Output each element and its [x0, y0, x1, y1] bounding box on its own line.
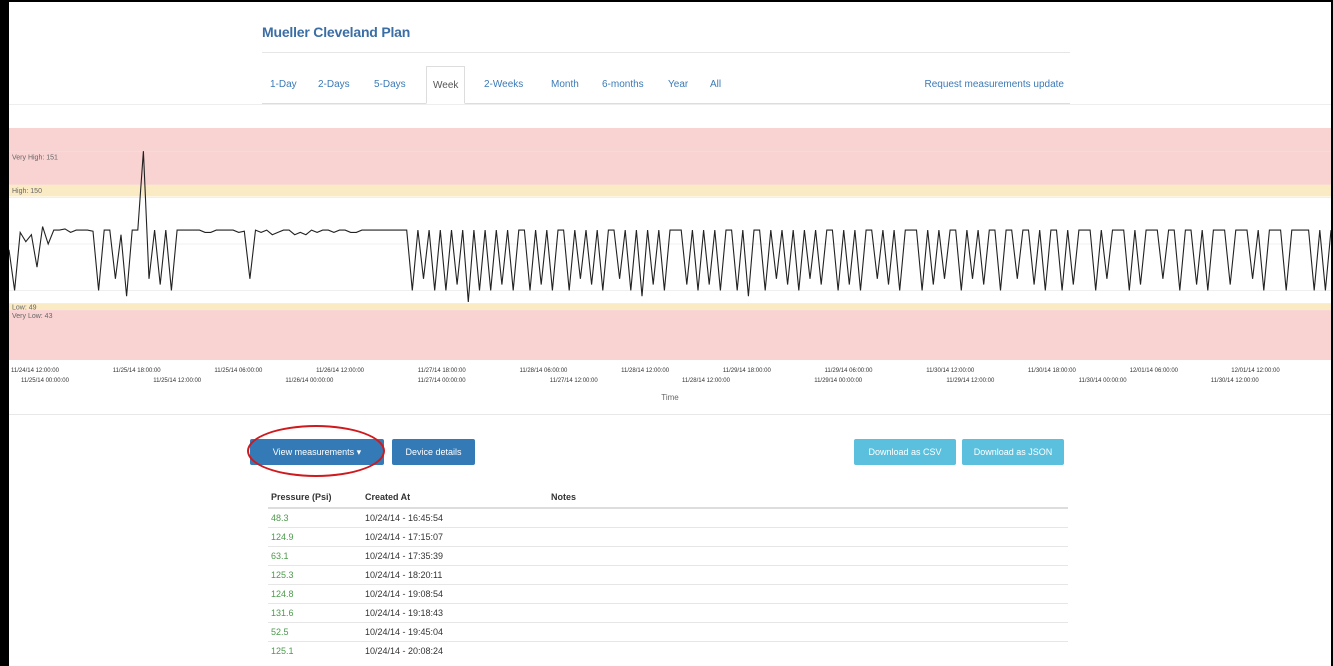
table-row: 125.1 10/24/14 - 20:08:24 — [268, 640, 1068, 660]
notes-cell — [548, 583, 1068, 603]
pressure-cell: 125.3 — [268, 564, 362, 584]
x-tick-label: 11/25/14 12:00:00 — [153, 378, 202, 384]
table-row: 131.6 10/24/14 - 19:18:43 — [268, 602, 1068, 622]
threshold-band — [9, 310, 1331, 360]
pressure-cell: 124.8 — [268, 583, 362, 603]
x-tick-label: 12/01/14 06:00:00 — [1130, 368, 1179, 374]
x-tick-label: 11/29/14 12:00:00 — [946, 378, 995, 384]
notes-cell — [548, 507, 1068, 527]
pressure-cell: 125.1 — [268, 640, 362, 660]
x-tick-label: 11/30/14 18:00:00 — [1028, 368, 1077, 374]
tab-2-days[interactable]: 2-Days — [312, 66, 356, 104]
table-row: 124.8 10/24/14 - 19:08:54 — [268, 583, 1068, 603]
x-tick-label: 11/30/14 12:00:00 — [926, 368, 975, 374]
download-csv-button[interactable]: Download as CSV — [854, 439, 956, 465]
section-divider — [9, 414, 1331, 415]
notes-cell — [548, 526, 1068, 546]
column-header-created-at: Created At — [362, 486, 548, 509]
x-tick-label: 11/25/14 06:00:00 — [214, 368, 263, 374]
threshold-band-label: Very Low: 43 — [12, 313, 53, 320]
x-tick-label: 11/30/14 00:00:00 — [1079, 378, 1128, 384]
tab-2-weeks[interactable]: 2-Weeks — [478, 66, 529, 104]
table-row: 52.5 10/24/14 - 19:45:04 — [268, 621, 1068, 641]
created-at-cell: 10/24/14 - 17:35:39 — [362, 545, 548, 565]
table-row: 63.1 10/24/14 - 17:35:39 — [268, 545, 1068, 565]
measurements-table: Pressure (Psi) Created At Notes 48.3 10/2… — [268, 486, 1068, 660]
x-tick-label: 11/25/14 18:00:00 — [113, 368, 162, 374]
pressure-cell: 48.3 — [268, 507, 362, 527]
threshold-band-label: High: 150 — [12, 188, 42, 195]
x-tick-label: 11/26/14 12:00:00 — [316, 368, 365, 374]
time-range-tabs: 1-Day 2-Days 5-Days Week 2-Weeks Month 6… — [262, 66, 1070, 104]
tab-year[interactable]: Year — [662, 66, 694, 104]
device-details-button[interactable]: Device details — [392, 439, 475, 465]
title-divider — [262, 52, 1070, 53]
x-tick-label: 11/30/14 12:00:00 — [1211, 378, 1260, 384]
threshold-band — [9, 303, 1331, 311]
page-title: Mueller Cleveland Plan — [262, 24, 411, 40]
created-at-cell: 10/24/14 - 16:45:54 — [362, 507, 548, 527]
download-json-button[interactable]: Download as JSON — [962, 439, 1064, 465]
column-header-pressure: Pressure (Psi) — [268, 486, 362, 509]
tab-1-day[interactable]: 1-Day — [264, 66, 303, 104]
pressure-line-chart: Very High: 151High: 150Low: 49Very Low: … — [9, 128, 1331, 402]
tab-6-months[interactable]: 6-months — [596, 66, 650, 104]
created-at-cell: 10/24/14 - 19:45:04 — [362, 621, 548, 641]
table-row: 124.9 10/24/14 - 17:15:07 — [268, 526, 1068, 546]
table-header-row: Pressure (Psi) Created At Notes — [268, 486, 1068, 509]
x-tick-label: 11/28/14 06:00:00 — [519, 368, 568, 374]
screenshot-border-left — [0, 0, 9, 666]
x-tick-label: 12/01/14 12:00:00 — [1231, 368, 1280, 374]
x-tick-label: 11/28/14 12:00:00 — [682, 378, 731, 384]
threshold-band — [9, 184, 1331, 197]
x-axis-label: Time — [661, 393, 679, 402]
notes-cell — [548, 602, 1068, 622]
x-tick-label: 11/29/14 00:00:00 — [814, 378, 863, 384]
x-tick-label: 11/28/14 12:00:00 — [621, 368, 670, 374]
screenshot-border-top — [0, 0, 1333, 2]
x-tick-label: 11/25/14 00:00:00 — [21, 378, 70, 384]
pressure-cell: 52.5 — [268, 621, 362, 641]
table-row: 125.3 10/24/14 - 18:20:11 — [268, 564, 1068, 584]
created-at-cell: 10/24/14 - 19:08:54 — [362, 583, 548, 603]
pressure-cell: 131.6 — [268, 602, 362, 622]
tab-month[interactable]: Month — [545, 66, 585, 104]
x-tick-label: 11/27/14 12:00:00 — [550, 378, 599, 384]
notes-cell — [548, 640, 1068, 660]
tab-week[interactable]: Week — [426, 66, 466, 104]
created-at-cell: 10/24/14 - 20:08:24 — [362, 640, 548, 660]
notes-cell — [548, 545, 1068, 565]
x-tick-label: 11/29/14 18:00:00 — [723, 368, 772, 374]
threshold-band-label: Very High: 151 — [12, 154, 58, 161]
threshold-band — [9, 128, 1331, 185]
tab-5-days[interactable]: 5-Days — [368, 66, 412, 104]
pressure-cell: 124.9 — [268, 526, 362, 546]
x-tick-label: 11/27/14 00:00:00 — [418, 378, 467, 384]
created-at-cell: 10/24/14 - 18:20:11 — [362, 564, 548, 584]
created-at-cell: 10/24/14 - 19:18:43 — [362, 602, 548, 622]
x-tick-label: 11/26/14 00:00:00 — [285, 378, 334, 384]
request-measurements-update-link[interactable]: Request measurements update — [924, 66, 1064, 104]
column-header-notes: Notes — [548, 486, 1068, 509]
view-measurements-dropdown-button[interactable]: View measurements ▾ — [250, 439, 384, 465]
tab-all[interactable]: All — [704, 66, 727, 104]
x-tick-label: 11/29/14 06:00:00 — [825, 368, 874, 374]
created-at-cell: 10/24/14 - 17:15:07 — [362, 526, 548, 546]
pressure-cell: 63.1 — [268, 545, 362, 565]
x-tick-label: 11/24/14 12:00:00 — [11, 368, 60, 374]
notes-cell — [548, 564, 1068, 584]
notes-cell — [548, 621, 1068, 641]
table-row: 48.3 10/24/14 - 16:45:54 — [268, 507, 1068, 527]
chart-top-divider — [9, 104, 1331, 105]
x-tick-label: 11/27/14 18:00:00 — [418, 368, 467, 374]
